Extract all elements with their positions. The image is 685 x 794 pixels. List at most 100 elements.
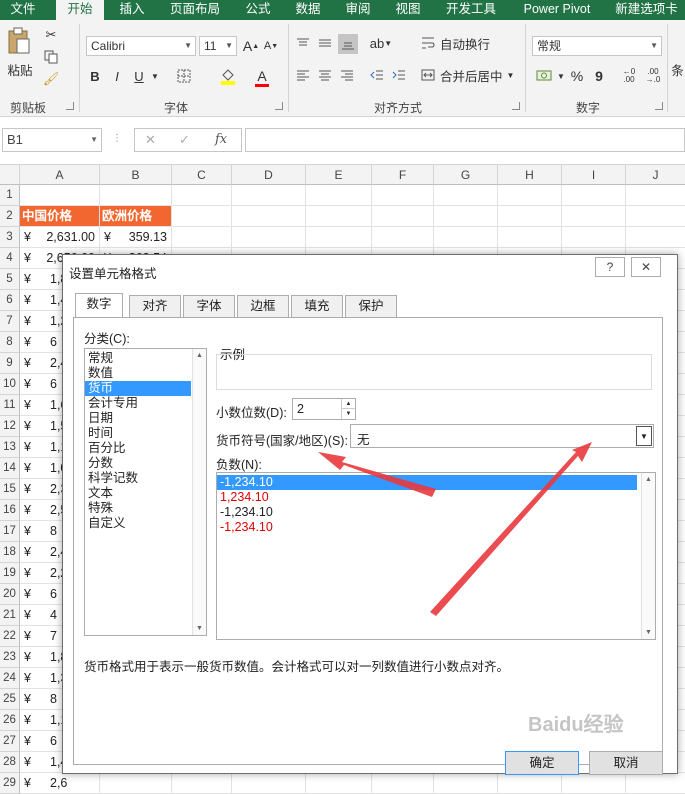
fill-color-icon[interactable] (218, 66, 238, 86)
cell[interactable] (626, 185, 685, 206)
cell[interactable] (562, 206, 626, 227)
row-header[interactable]: 16 (0, 500, 20, 521)
tab-power-pivot[interactable]: Power Pivot (512, 0, 602, 20)
column-header-h[interactable]: H (498, 165, 562, 185)
enter-icon[interactable]: ✓ (179, 132, 190, 148)
accounting-format-icon[interactable] (534, 66, 556, 86)
merge-center-button[interactable]: 合并后居中 ▼ (440, 66, 520, 84)
row-header[interactable]: 15 (0, 479, 20, 500)
row-header[interactable]: 13 (0, 437, 20, 458)
format-painter-icon[interactable]: 🖌 (42, 70, 60, 88)
align-bottom-icon[interactable] (338, 34, 358, 54)
borders-icon[interactable] (174, 66, 194, 86)
chevron-down-icon[interactable]: ▼ (556, 66, 566, 86)
chevron-down-icon[interactable]: ▼ (150, 66, 160, 86)
italic-button[interactable]: I (108, 66, 126, 86)
negative-format-item[interactable]: -1,234.10 (217, 475, 637, 490)
name-box[interactable]: B1 ▼ (2, 128, 102, 152)
number-format-combo[interactable]: 常规 ▼ (532, 36, 662, 56)
cell[interactable] (498, 227, 562, 248)
cell[interactable] (172, 773, 232, 794)
align-left-icon[interactable] (294, 66, 312, 84)
category-item[interactable]: 自定义 (85, 516, 191, 531)
cell[interactable] (626, 227, 685, 248)
shrink-font-button[interactable]: A ▼ (262, 36, 280, 56)
increase-decimal-icon[interactable]: ←0.00 (618, 66, 640, 86)
cancel-icon[interactable]: ✕ (145, 132, 156, 148)
row-header[interactable]: 8 (0, 332, 20, 353)
negative-format-item[interactable]: -1,234.10 (217, 520, 637, 535)
cell[interactable] (626, 773, 685, 794)
row-header[interactable]: 6 (0, 290, 20, 311)
tab-data[interactable]: 数据 (286, 0, 330, 20)
cell[interactable] (306, 206, 372, 227)
row-header[interactable]: 28 (0, 752, 20, 773)
row-header[interactable]: 11 (0, 395, 20, 416)
help-button[interactable]: ? (595, 257, 625, 277)
close-button[interactable]: ✕ (631, 257, 661, 277)
row-header[interactable]: 14 (0, 458, 20, 479)
cell[interactable] (232, 206, 306, 227)
row-header[interactable]: 24 (0, 668, 20, 689)
negative-format-item[interactable]: -1,234.10 (217, 505, 637, 520)
percent-button[interactable]: % (568, 66, 586, 86)
cell[interactable] (434, 227, 498, 248)
select-all-corner[interactable] (0, 165, 20, 185)
tab-developer[interactable]: 开发工具 (436, 0, 506, 20)
formula-input[interactable] (245, 128, 685, 152)
row-header[interactable]: 17 (0, 521, 20, 542)
row-header[interactable]: 22 (0, 626, 20, 647)
cell[interactable] (172, 185, 232, 206)
align-top-icon[interactable] (294, 34, 312, 52)
row-header[interactable]: 1 (0, 185, 20, 206)
tab-page-layout[interactable]: 页面布局 (160, 0, 230, 20)
decimals-spinner[interactable]: 2 ▲ ▼ (292, 398, 356, 420)
column-header-e[interactable]: E (306, 165, 372, 185)
row-header[interactable]: 9 (0, 353, 20, 374)
tab-home[interactable]: 开始 (56, 0, 104, 20)
align-right-icon[interactable] (338, 66, 356, 84)
paste-icon[interactable] (6, 26, 32, 56)
row-header[interactable]: 18 (0, 542, 20, 563)
column-header-c[interactable]: C (172, 165, 232, 185)
spin-up-icon[interactable]: ▲ (341, 399, 355, 409)
cell[interactable] (172, 227, 232, 248)
wrap-text-button[interactable]: 自动换行 (440, 34, 496, 52)
row-header[interactable]: 12 (0, 416, 20, 437)
spin-down-icon[interactable]: ▼ (341, 409, 355, 419)
font-color-button[interactable]: A (252, 66, 272, 87)
number-launcher-icon[interactable] (655, 102, 663, 110)
category-item[interactable]: 常规 (85, 351, 191, 366)
cell[interactable] (434, 206, 498, 227)
cell[interactable]: 欧洲价格 (100, 206, 172, 227)
row-header[interactable]: 27 (0, 731, 20, 752)
scroll-up-icon[interactable]: ▲ (193, 349, 206, 362)
row-header[interactable]: 4 (0, 248, 20, 269)
cell[interactable]: ¥2,6 (20, 773, 100, 794)
tab-review[interactable]: 审阅 (336, 0, 380, 20)
comma-style-button[interactable]: 9 (590, 66, 608, 86)
decrease-indent-icon[interactable] (368, 66, 386, 84)
font-launcher-icon[interactable] (275, 102, 283, 110)
category-item[interactable]: 时间 (85, 426, 191, 441)
category-item[interactable]: 文本 (85, 486, 191, 501)
column-header-g[interactable]: G (434, 165, 498, 185)
ok-button[interactable]: 确定 (505, 751, 579, 775)
tab-number[interactable]: 数字 (75, 293, 123, 318)
tab-fill[interactable]: 填充 (291, 295, 343, 317)
tab-new-tab[interactable]: 新建选项卡 (608, 0, 685, 20)
cell[interactable] (20, 185, 100, 206)
row-header[interactable]: 19 (0, 563, 20, 584)
cell[interactable] (372, 206, 434, 227)
column-header-f[interactable]: F (372, 165, 434, 185)
category-item[interactable]: 百分比 (85, 441, 191, 456)
row-header[interactable]: 26 (0, 710, 20, 731)
column-header-a[interactable]: A (20, 165, 100, 185)
increase-indent-icon[interactable] (390, 66, 408, 84)
decrease-decimal-icon[interactable]: .00 →.0 (642, 66, 664, 86)
cell[interactable] (232, 773, 306, 794)
row-header[interactable]: 21 (0, 605, 20, 626)
cell[interactable] (434, 185, 498, 206)
bold-button[interactable]: B (86, 66, 104, 86)
align-middle-icon[interactable] (316, 34, 334, 52)
